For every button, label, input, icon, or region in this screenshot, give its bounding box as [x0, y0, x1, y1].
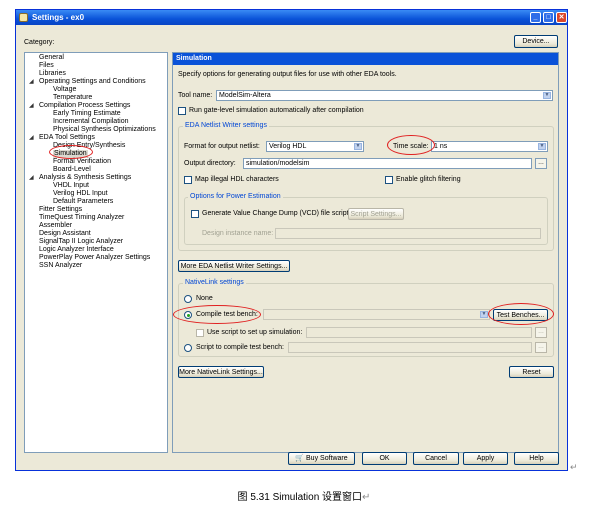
glitch-filtering-label: Enable glitch filtering: [396, 176, 461, 183]
tree-item-analysis-synthesis[interactable]: Analysis & Synthesis Settings: [39, 174, 131, 182]
vcd-script-label: Generate Value Change Dump (VCD) file sc…: [202, 210, 349, 217]
apply-button[interactable]: Apply: [463, 452, 508, 465]
tree-item-timequest[interactable]: TimeQuest Timing Analyzer: [39, 214, 124, 222]
output-format-select[interactable]: Verilog HDL ▼: [266, 141, 364, 152]
close-icon[interactable]: ✕: [556, 12, 567, 23]
highlight-ring: [49, 145, 93, 159]
design-instance-input[interactable]: [275, 228, 541, 239]
maximize-icon[interactable]: □: [543, 12, 554, 23]
tree-item-default-parameters[interactable]: Default Parameters: [53, 198, 113, 206]
tree-item-formal-verification[interactable]: Formal Verification: [53, 158, 111, 166]
script-settings-button[interactable]: Script Settings...: [348, 208, 404, 220]
vcd-script-checkbox[interactable]: [191, 210, 199, 218]
none-radio-label: None: [196, 295, 213, 302]
cart-icon: 🛒: [295, 455, 305, 462]
tree-item-verilog-input[interactable]: Verilog HDL Input: [53, 190, 108, 198]
figure-caption: 图 5.31 Simulation 设置窗口↵: [237, 492, 371, 503]
expand-arrow-icon[interactable]: ◢: [29, 174, 34, 181]
dropdown-arrow-icon[interactable]: ▼: [354, 143, 362, 150]
panel-description: Specify options for generating output fi…: [178, 71, 397, 78]
tree-item-ssn-analyzer[interactable]: SSN Analyzer: [39, 262, 82, 270]
tree-item-fitter-settings[interactable]: Fitter Settings: [39, 206, 82, 214]
tree-item-assembler[interactable]: Assembler: [39, 222, 72, 230]
nativelink-group-title: NativeLink settings: [183, 279, 246, 286]
tool-name-select[interactable]: ModelSim-Altera ▼: [216, 90, 553, 101]
tree-item-logic-analyzer-interface[interactable]: Logic Analyzer Interface: [39, 246, 114, 254]
paragraph-mark-icon: ↵: [362, 492, 371, 503]
tree-item-early-timing[interactable]: Early Timing Estimate: [53, 110, 121, 118]
use-script-input[interactable]: [306, 327, 532, 338]
script-compile-input[interactable]: [288, 342, 532, 353]
use-script-checkbox[interactable]: [196, 329, 204, 337]
browse-output-directory-button[interactable]: …: [535, 158, 547, 169]
output-directory-label: Output directory:: [184, 160, 236, 167]
title-bar[interactable]: Settings - ex0 _ □ ✕: [16, 10, 567, 25]
tree-item-vhdl-input[interactable]: VHDL Input: [53, 182, 89, 190]
dropdown-arrow-icon[interactable]: ▼: [538, 143, 546, 150]
dropdown-arrow-icon[interactable]: ▼: [480, 311, 488, 318]
tree-item-operating-settings[interactable]: Operating Settings and Conditions: [39, 78, 146, 86]
eda-netlist-group-title: EDA Netlist Writer settings: [183, 122, 269, 129]
map-illegal-hdl-checkbox[interactable]: [184, 176, 192, 184]
browse-script-button[interactable]: …: [535, 327, 547, 338]
tool-name-label: Tool name:: [178, 92, 213, 99]
tree-item-libraries[interactable]: Libraries: [39, 70, 66, 78]
tree-item-general[interactable]: General: [39, 54, 64, 62]
window-title: Settings - ex0: [32, 13, 85, 22]
run-gate-level-label: Run gate-level simulation automatically …: [189, 107, 364, 114]
none-radio[interactable]: [184, 295, 192, 303]
compile-test-bench-select[interactable]: ▼: [263, 309, 490, 320]
tree-item-compilation-process[interactable]: Compilation Process Settings: [39, 102, 130, 110]
cancel-button[interactable]: Cancel: [413, 452, 459, 465]
glitch-filtering-checkbox[interactable]: [385, 176, 393, 184]
category-tree: General Files Libraries ◢ Operating Sett…: [24, 52, 168, 453]
expand-arrow-icon[interactable]: ◢: [29, 134, 34, 141]
simulation-panel: Simulation Specify options for generatin…: [172, 52, 559, 453]
tree-item-physical-synthesis[interactable]: Physical Synthesis Optimizations: [53, 126, 156, 134]
expand-arrow-icon[interactable]: ◢: [29, 78, 34, 85]
more-eda-netlist-settings-button[interactable]: More EDA Netlist Writer Settings...: [178, 260, 290, 272]
tree-item-temperature[interactable]: Temperature: [53, 94, 92, 102]
panel-header: Simulation: [173, 53, 558, 65]
highlight-ring: [387, 135, 435, 155]
tree-item-files[interactable]: Files: [39, 62, 54, 70]
browse-compile-script-button[interactable]: …: [535, 342, 547, 353]
tree-item-board-level[interactable]: Board-Level: [53, 166, 91, 174]
device-button[interactable]: Device...: [514, 35, 558, 48]
map-illegal-hdl-label: Map illegal HDL characters: [195, 176, 279, 183]
run-gate-level-checkbox[interactable]: [178, 107, 186, 115]
help-button[interactable]: Help: [514, 452, 559, 465]
settings-app-icon: [19, 13, 28, 22]
more-nativelink-settings-button[interactable]: More NativeLink Settings...: [178, 366, 264, 378]
tree-item-powerplay[interactable]: PowerPlay Power Analyzer Settings: [39, 254, 150, 262]
settings-window: Settings - ex0 _ □ ✕ Category: Device...…: [15, 9, 568, 471]
expand-arrow-icon[interactable]: ◢: [29, 102, 34, 109]
script-compile-radio[interactable]: [184, 344, 192, 352]
paragraph-mark-icon: ↵: [570, 462, 578, 472]
tree-item-eda-tool-settings[interactable]: EDA Tool Settings: [39, 134, 95, 142]
dropdown-arrow-icon[interactable]: ▼: [543, 92, 551, 99]
tree-item-design-assistant[interactable]: Design Assistant: [39, 230, 91, 238]
highlight-ring: [173, 305, 261, 324]
use-script-label: Use script to set up simulation:: [207, 329, 303, 336]
time-scale-select[interactable]: 1 ns ▼: [431, 141, 548, 152]
category-label: Category:: [24, 39, 55, 46]
reset-button[interactable]: Reset: [509, 366, 554, 378]
design-instance-label: Design instance name:: [202, 230, 274, 237]
buy-software-button[interactable]: 🛒 Buy Software: [288, 452, 355, 465]
tree-item-incremental-compilation[interactable]: Incremental Compilation: [53, 118, 128, 126]
output-directory-input[interactable]: simulation/modelsim: [243, 158, 532, 169]
ok-button[interactable]: OK: [362, 452, 407, 465]
script-compile-label: Script to compile test bench:: [196, 344, 284, 351]
tree-item-signaltap[interactable]: SignalTap II Logic Analyzer: [39, 238, 123, 246]
format-label: Format for output netlist:: [184, 143, 260, 150]
tree-item-voltage[interactable]: Voltage: [53, 86, 76, 94]
power-estimation-group-title: Options for Power Estimation: [188, 193, 283, 200]
highlight-ring: [488, 303, 554, 325]
minimize-icon[interactable]: _: [530, 12, 541, 23]
